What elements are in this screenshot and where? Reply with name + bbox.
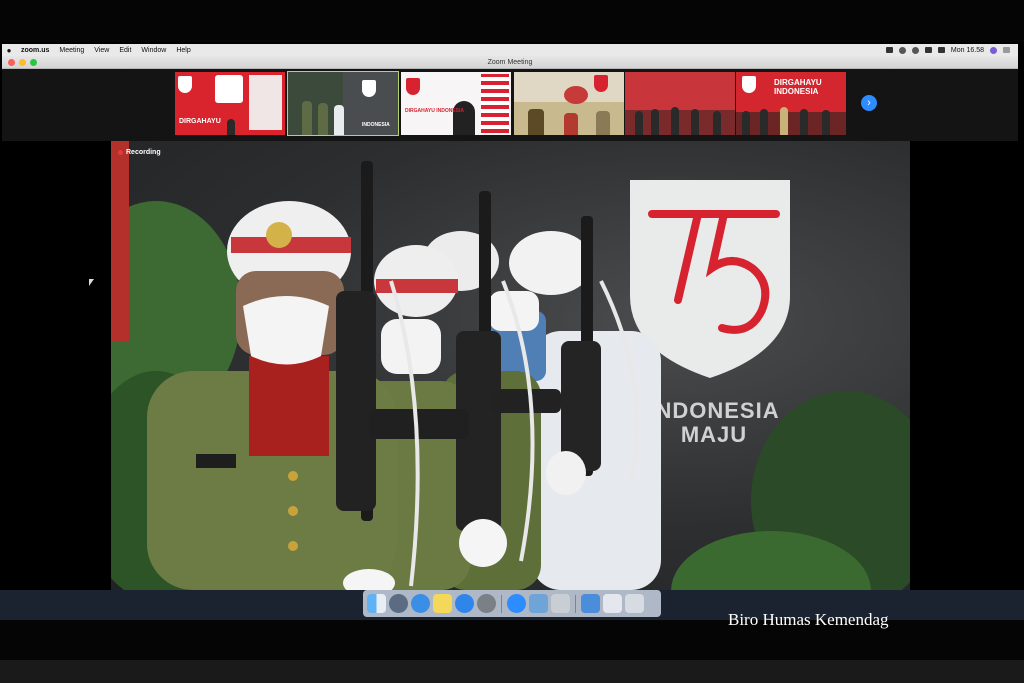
participant-thumbnail-5[interactable] [625, 72, 735, 135]
soldier-figure [302, 101, 312, 135]
participant-person [800, 109, 808, 135]
participant-person [671, 107, 679, 135]
notes-icon[interactable] [433, 594, 452, 613]
thumbnail-label: DIRGAHAYU INDONESIA [405, 108, 464, 114]
soldier-figure [334, 105, 344, 135]
honor-guard-soldiers [147, 161, 661, 590]
window-titlebar: Zoom Meeting [2, 56, 1018, 69]
battery-icon[interactable] [937, 47, 945, 53]
logo-75-icon [594, 75, 608, 92]
menu-view[interactable]: View [89, 47, 114, 54]
menu-meeting[interactable]: Meeting [54, 47, 89, 54]
system-preferences-icon[interactable] [477, 594, 496, 613]
airplay-icon[interactable] [924, 47, 932, 53]
dock-separator [575, 594, 576, 613]
thumbnail-label: DIRGAHAYU [179, 118, 221, 125]
participant-person [691, 109, 699, 135]
mac-dock [363, 590, 661, 617]
participant-thumbnail-1[interactable]: DIRGAHAYU [175, 72, 285, 135]
participant-person [227, 119, 235, 135]
folder-icon[interactable] [603, 594, 622, 613]
monitor-bezel [0, 660, 1024, 683]
safari-icon[interactable] [411, 594, 430, 613]
banner-panel [249, 75, 282, 130]
participant-person [742, 111, 750, 135]
preview-icon[interactable] [551, 594, 570, 613]
zoom-status-icon[interactable] [885, 47, 893, 53]
menu-app-name[interactable]: zoom.us [16, 47, 54, 54]
menubar-clock[interactable]: Mon 16.58 [951, 47, 984, 54]
participant-thumbnail-6[interactable]: DIRGAHAYU INDONESIA [736, 72, 846, 135]
siri-icon[interactable] [990, 46, 997, 54]
recording-dot-icon [118, 150, 123, 155]
participant-thumbnail-2[interactable]: INDONESIA [287, 71, 399, 136]
soldier-figure [318, 103, 328, 135]
notification-center-icon[interactable] [1003, 47, 1010, 53]
keynote-icon[interactable] [529, 594, 548, 613]
menu-help[interactable]: Help [171, 47, 195, 54]
apple-icon[interactable]: ● [2, 46, 16, 55]
logo-75-icon [178, 76, 192, 93]
logo-75-icon [406, 78, 420, 95]
participant-thumbnail-3[interactable]: DIRGAHAYU INDONESIA [401, 72, 511, 135]
badge-panel [215, 75, 243, 103]
mouse-pointer-icon [89, 279, 94, 286]
menu-edit[interactable]: Edit [114, 47, 136, 54]
logo-75-icon [362, 80, 376, 97]
photo-credit-caption: Biro Humas Kemendag [728, 610, 889, 629]
participant-person [635, 111, 643, 135]
wifi-icon[interactable] [911, 46, 919, 54]
participant-person [651, 109, 659, 135]
participant-person [822, 110, 830, 135]
chevron-right-icon: › [867, 97, 871, 109]
participant-person [760, 109, 768, 135]
app-store-icon[interactable] [455, 594, 474, 613]
thumbnail-label: INDONESIA [362, 122, 390, 128]
participant-person [780, 107, 788, 135]
window-title: Zoom Meeting [487, 58, 533, 66]
participant-person [564, 113, 578, 135]
finder-icon[interactable] [367, 594, 386, 613]
bluetooth-icon[interactable] [898, 46, 906, 54]
downloads-icon[interactable] [581, 594, 600, 613]
next-page-button[interactable]: › [861, 95, 877, 111]
flower-arrangement [564, 86, 588, 104]
active-speaker-video[interactable]: INDONESIA MAJU Recording [111, 141, 910, 590]
menu-window[interactable]: Window [136, 47, 171, 54]
participant-person [713, 111, 721, 135]
participant-person [596, 111, 610, 135]
recording-indicator[interactable]: Recording [118, 149, 161, 156]
participant-person [528, 109, 544, 135]
participant-thumbnail-4[interactable] [514, 72, 624, 135]
recording-label: Recording [126, 149, 161, 156]
presenter-figure [453, 101, 475, 135]
mac-menubar: ● zoom.us Meeting View Edit Window Help … [2, 44, 1018, 56]
logo-75-icon [742, 76, 756, 93]
dock-separator [501, 594, 502, 613]
thumbnail-label: DIRGAHAYU INDONESIA [774, 78, 822, 96]
zoom-icon[interactable] [507, 594, 526, 613]
participant-gallery: DIRGAHAYU INDONESIA DIRGAHAYU INDONESIA … [2, 69, 1018, 141]
trash-icon[interactable] [625, 594, 644, 613]
launchpad-icon[interactable] [389, 594, 408, 613]
banner-stripes [481, 74, 509, 133]
